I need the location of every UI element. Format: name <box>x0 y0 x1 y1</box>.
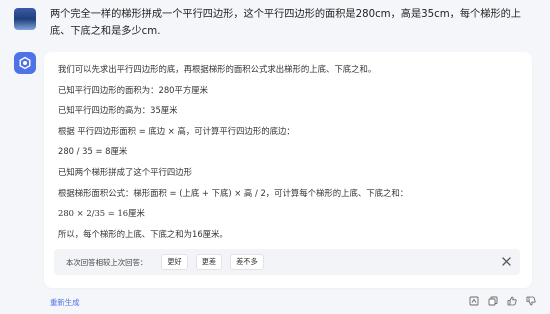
copy-icon[interactable] <box>488 296 498 306</box>
user-message-row: 两个完全一样的梯形拼成一个平行四边形，这个平行四边形的面积是280cm，高是35… <box>14 6 538 40</box>
assistant-logo-icon <box>19 56 31 70</box>
feedback-prompt: 本次回答相较上次回答： <box>66 257 148 267</box>
response-actions <box>460 296 536 306</box>
answer-line: 我们可以先求出平行四边形的底，再根据梯形的面积公式求出梯形的上底、下底之和。 <box>58 64 377 74</box>
answer-line: 根据 平行四边形面积 = 底边 × 高，可计算平行四边形的底边： <box>58 125 295 136</box>
regenerate-button[interactable]: 重新生成 <box>50 297 80 308</box>
answer-formula-line: 280 × 2/35 = 16厘米 <box>58 208 145 219</box>
comparison-feedback-bar: 本次回答相较上次回答： 更好 更差 差不多 <box>54 249 520 275</box>
answer-line: 已知两个梯形拼成了这个平行四边形 <box>58 166 192 177</box>
feedback-better-button[interactable]: 更好 <box>161 254 188 270</box>
feedback-worse-button[interactable]: 更差 <box>195 254 223 270</box>
export-icon[interactable] <box>469 296 479 306</box>
user-avatar <box>14 8 36 30</box>
assistant-response-card: 我们可以先求出平行四边形的底，再根据梯形的面积公式求出梯形的上底、下底之和。 已… <box>44 52 532 288</box>
thumb-up-icon[interactable] <box>507 296 517 306</box>
answer-line: 已知平行四边形的面积为：280平方厘米 <box>58 84 208 95</box>
user-message-text: 两个完全一样的梯形拼成一个平行四边形，这个平行四边形的面积是280cm，高是35… <box>50 9 521 37</box>
feedback-same-button[interactable]: 差不多 <box>230 254 264 270</box>
assistant-avatar <box>14 52 36 74</box>
answer-body: 我们可以先求出平行四边形的底，再根据梯形的面积公式求出梯形的上底、下底之和。 已… <box>58 64 520 249</box>
answer-line: 根据梯形面积公式：梯形面积 = (上底 + 下底) × 高 / 2，可计算每个梯… <box>58 187 409 198</box>
close-icon[interactable] <box>501 256 512 267</box>
answer-line: 已知平行四边形的高为：35厘米 <box>58 105 178 116</box>
answer-line: 所以，每个梯形的上底、下底之和为16厘米。 <box>58 228 228 239</box>
answer-line: 280 / 35 = 8厘米 <box>58 146 128 157</box>
thumb-down-icon[interactable] <box>526 296 536 306</box>
